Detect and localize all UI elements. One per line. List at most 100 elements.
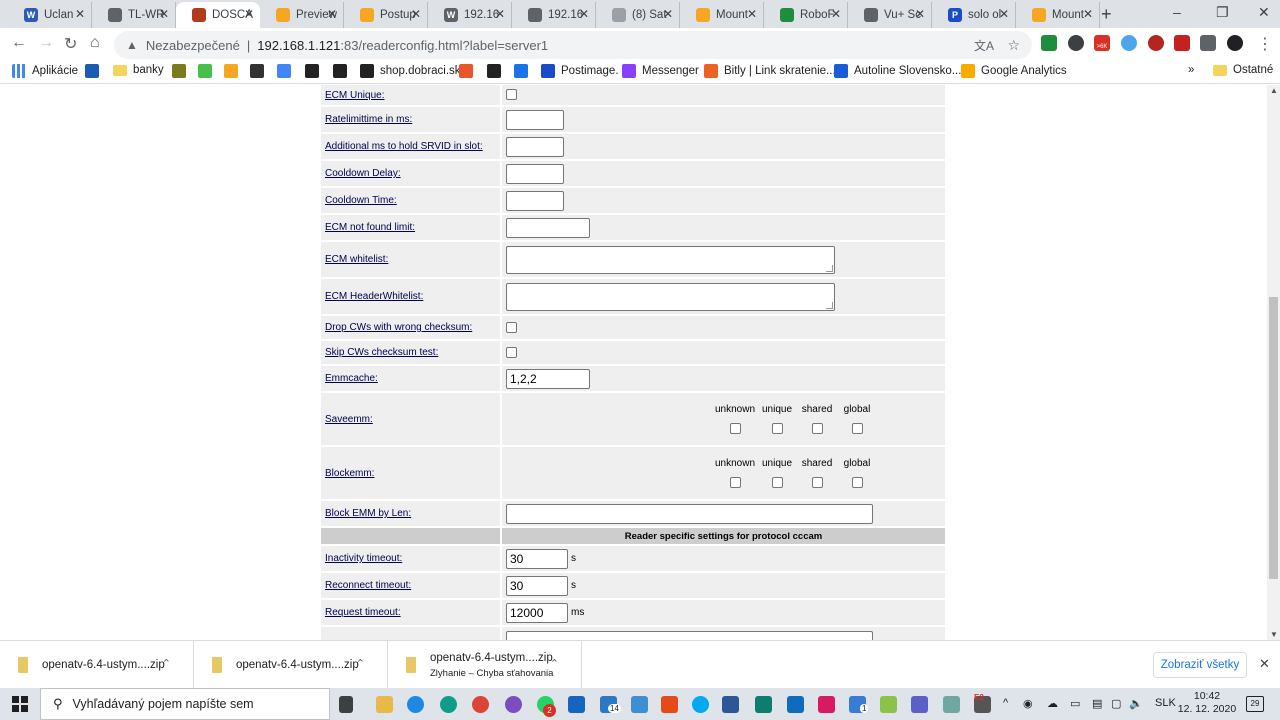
emm-checkbox[interactable] (771, 422, 783, 434)
extension-icon[interactable] (1068, 35, 1084, 51)
field-label-link[interactable]: ECM HeaderWhitelist: (325, 291, 423, 302)
browser-tab[interactable]: RoboF ✕ (764, 2, 848, 28)
tab-close-icon[interactable]: ✕ (747, 7, 757, 21)
browser-tab[interactable]: TL-WR ✕ (92, 2, 176, 28)
home-icon[interactable]: ⌂ (90, 34, 100, 52)
tab-close-icon[interactable]: ✕ (915, 7, 925, 21)
field-checkbox[interactable] (506, 346, 517, 358)
network-icon[interactable]: ▤ (1092, 697, 1102, 710)
field-label-link[interactable]: Skip CWs checksum test: (325, 347, 438, 358)
scroll-up-icon[interactable]: ▲ (1270, 86, 1278, 95)
bookmark-item[interactable]: shop.dobraci.sk (360, 64, 461, 78)
mail-extension-icon[interactable] (1174, 35, 1190, 51)
tab-close-icon[interactable]: ✕ (663, 7, 673, 21)
chrome-icon[interactable] (472, 696, 489, 713)
tab-close-icon[interactable]: ✕ (579, 7, 589, 21)
field-textarea[interactable] (506, 631, 873, 640)
bookmarks-more-button[interactable]: » (1188, 64, 1194, 76)
taskbar-search[interactable]: ⚲ Vyhľadávaný pojem napíšte sem (40, 688, 330, 720)
field-input[interactable]: 12000 (506, 602, 568, 623)
field-label-link[interactable]: Additional ms to hold SRVID in slot: (325, 141, 483, 152)
field-label-link[interactable]: Emmcache: (325, 373, 378, 384)
field-checkbox[interactable] (506, 321, 517, 333)
bookmark-item[interactable] (250, 64, 270, 78)
field-input[interactable] (506, 136, 564, 157)
field-input[interactable] (506, 190, 564, 211)
bookmark-item[interactable] (172, 64, 192, 78)
skype-icon[interactable] (692, 696, 709, 713)
scrollbar-thumb[interactable] (1269, 297, 1278, 579)
windows-start-icon[interactable] (12, 696, 28, 712)
browser-tab[interactable]: Mount ✕ (680, 2, 764, 28)
menu-kebab-icon[interactable]: ⋮ (1257, 34, 1273, 54)
field-input[interactable] (506, 109, 564, 130)
bookmark-item[interactable]: Autoline Slovensko... (834, 64, 961, 78)
field-label-link[interactable]: Blockemm: (325, 468, 374, 479)
scroll-down-icon[interactable]: ▼ (1270, 630, 1278, 639)
chevron-up-icon[interactable]: ⌃ (356, 657, 365, 670)
field-label-link[interactable]: Saveemm: (325, 414, 373, 425)
display-icon[interactable]: ▢ (1111, 697, 1121, 710)
field-label-link[interactable]: ECM not found limit: (325, 222, 415, 233)
close-downloads-button[interactable]: ✕ (1259, 656, 1270, 672)
download-item[interactable]: openatv-6.4-ustym....zip ⌃ (194, 641, 388, 689)
browser-tab[interactable]: Psolo ol ✕ (932, 2, 1016, 28)
tab-close-icon[interactable]: ✕ (495, 7, 505, 21)
tab-close-icon[interactable]: ✕ (999, 7, 1009, 21)
extensions-puzzle-icon[interactable] (1200, 35, 1216, 51)
volume-icon[interactable]: 🔈 (1129, 697, 1143, 710)
bookmark-item[interactable] (333, 64, 353, 78)
field-input[interactable]: 1,2,2 (506, 368, 590, 389)
emm-checkbox[interactable] (851, 422, 863, 434)
notifications-icon[interactable]: 29 (1246, 696, 1264, 712)
robo-extension-icon[interactable] (1041, 35, 1057, 51)
ublock-extension-icon[interactable] (1148, 35, 1164, 51)
tab-close-icon[interactable]: ✕ (75, 7, 85, 21)
browser-tab[interactable]: Vu+ Sc ✕ (848, 2, 932, 28)
mail-icon[interactable] (568, 696, 585, 713)
bookmark-item[interactable]: Aplikácie (12, 64, 78, 78)
chevron-up-icon[interactable]: ⌃ (162, 657, 171, 670)
language-indicator[interactable]: SLK (1155, 697, 1176, 709)
field-label-link[interactable]: Request timeout: (325, 607, 401, 618)
maximize-button[interactable]: ❐ (1216, 4, 1229, 21)
field-label-link[interactable]: Cooldown Delay: (325, 168, 401, 179)
app-icon-3[interactable] (818, 696, 835, 713)
bookmark-item[interactable] (85, 64, 105, 78)
emm-checkbox[interactable] (729, 422, 741, 434)
field-input[interactable] (506, 163, 564, 184)
back-icon[interactable]: ← (11, 34, 27, 52)
bookmark-item[interactable] (224, 64, 244, 78)
outlook-icon[interactable] (787, 696, 804, 713)
taskbar-clock[interactable]: 10:42 12. 12. 2020 (1176, 690, 1238, 716)
bookmark-item[interactable]: Google Analytics (961, 64, 1067, 78)
field-input[interactable]: 30 (506, 575, 568, 596)
office-icon[interactable] (661, 696, 678, 713)
field-input[interactable] (506, 217, 590, 238)
reload-icon[interactable]: ↻ (64, 34, 77, 54)
field-checkbox[interactable] (506, 89, 517, 101)
tab-close-icon[interactable]: ✕ (159, 7, 169, 21)
teams-icon[interactable] (911, 696, 928, 713)
chevron-up-icon[interactable]: ⌃ (550, 657, 559, 670)
close-window-button[interactable]: ✕ (1258, 4, 1270, 21)
app-icon-5[interactable] (880, 696, 897, 713)
bookmark-item[interactable] (459, 64, 479, 78)
gmail-extension-icon[interactable]: >6K (1094, 35, 1110, 51)
field-label-link[interactable]: Drop CWs with wrong checksum: (325, 322, 472, 333)
tab-close-icon[interactable]: ✕ (327, 7, 337, 21)
translate-icon[interactable]: 文A (974, 37, 994, 54)
edge-icon[interactable] (440, 696, 457, 713)
tray-chevron-icon[interactable]: ^ (1003, 697, 1008, 709)
download-item[interactable]: openatv-6.4-ustym....zip ⌃ (0, 641, 194, 689)
tray-icon[interactable]: ◉ (1023, 697, 1033, 710)
tab-close-icon[interactable]: ✕ (244, 7, 254, 21)
profile-avatar[interactable] (1227, 35, 1243, 51)
word-icon[interactable] (722, 696, 739, 713)
browser-tab[interactable]: W Uclan ✕ (8, 2, 92, 28)
task-view-icon[interactable] (339, 696, 353, 713)
browser-tab[interactable]: (8) Sat ✕ (596, 2, 680, 28)
field-label-link[interactable]: Block EMM by Len: (325, 508, 411, 519)
minimize-button[interactable]: – (1173, 4, 1181, 20)
bookmark-item[interactable] (277, 64, 297, 78)
